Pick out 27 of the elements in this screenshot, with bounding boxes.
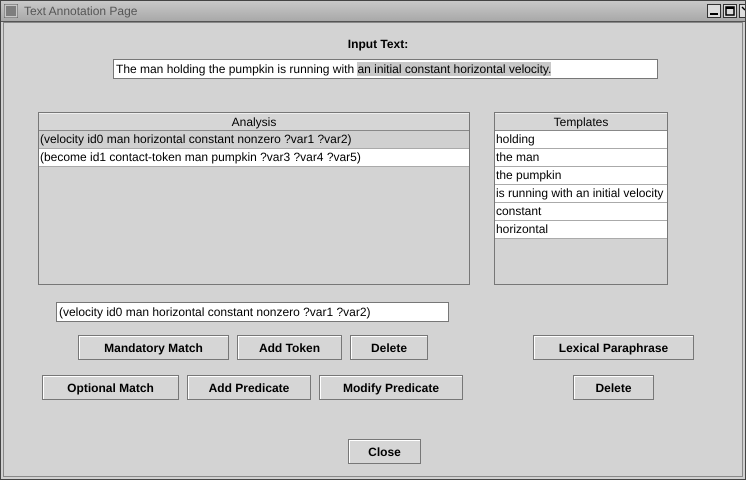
action-button[interactable]: Optional Match xyxy=(42,375,179,400)
action-button[interactable]: Modify Predicate xyxy=(319,375,463,400)
list-item[interactable]: the man xyxy=(495,149,667,167)
input-field[interactable]: The man holding the pumpkin is running with an initial constant horizontal velocity. xyxy=(113,59,658,79)
list-item[interactable]: is running with an initial velocity xyxy=(495,185,667,203)
action-button[interactable]: Add Token xyxy=(237,335,342,360)
list-item[interactable]: (become id1 contact-token man pumpkin ?var3 ?var4 ?var5) xyxy=(39,149,469,167)
action-button[interactable]: Delete xyxy=(573,375,654,400)
column-header[interactable]: Analysis xyxy=(39,113,469,131)
minimize-icon[interactable] xyxy=(707,4,721,18)
list-item[interactable]: (velocity id0 man horizontal constant nonzero ?var1 ?var2) xyxy=(39,131,469,149)
list-item[interactable]: holding xyxy=(495,131,667,149)
maximize-icon[interactable] xyxy=(723,4,737,18)
action-button[interactable]: Delete xyxy=(350,335,428,360)
close-icon[interactable] xyxy=(739,4,745,18)
list-item[interactable]: constant xyxy=(495,203,667,221)
action-button[interactable]: Add Predicate xyxy=(187,375,311,400)
list-item[interactable]: horizontal xyxy=(495,221,667,239)
close-button[interactable]: Close xyxy=(348,439,421,464)
action-button[interactable]: Mandatory Match xyxy=(78,335,229,360)
column-header[interactable]: Templates xyxy=(495,113,667,131)
menu-icon[interactable] xyxy=(4,4,18,18)
action-button[interactable]: Lexical Paraphrase xyxy=(533,335,694,360)
predicate-field[interactable]: (velocity id0 man horizontal constant nonzero ?var1 ?var2) xyxy=(56,302,449,322)
window-title: Text Annotation Page xyxy=(24,4,138,18)
list-item[interactable]: the pumpkin xyxy=(495,167,667,185)
input-label: Input Text: xyxy=(346,37,410,53)
